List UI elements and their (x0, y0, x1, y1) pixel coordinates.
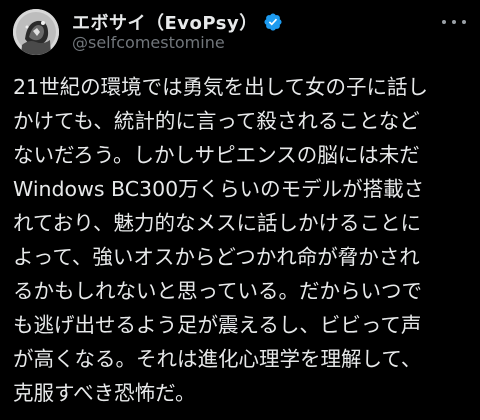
post-body-line: よって、強いオスからどつかれ命が脅かされ (13, 245, 420, 269)
post-body-line: 克服すべき恐怖だ。 (13, 381, 196, 405)
more-dot (442, 20, 446, 24)
post-body-line: かけても、統計的に言って殺されることなど (13, 109, 420, 133)
post-body-line: Windows BC300万くらいのモデルが搭載さ (13, 177, 425, 201)
verified-badge-icon (264, 13, 282, 31)
post-body-line: 21世紀の環境では勇気を出して女の子に話し (13, 75, 428, 99)
post-body-line: ないだろう。しかしサピエンスの脳には未だ (13, 143, 420, 167)
avatar-image (13, 9, 59, 55)
author-display-name[interactable]: エボサイ（EvoPsy） (72, 9, 258, 35)
author-name-row: エボサイ（EvoPsy） (72, 9, 283, 35)
more-dot (462, 20, 466, 24)
post-body-line: るかもしれないと思っている。だからいつで (13, 279, 422, 303)
post-body-line: が高くなる。それは進化心理学を理解して、 (13, 347, 422, 371)
more-options-icon[interactable] (442, 12, 466, 32)
post-body-line: も逃げ出せるよう足が震えるし、ビビって声 (13, 313, 422, 337)
post-body-line: れており、魅力的なメスに話しかけることに (13, 211, 421, 235)
post-body: 21世紀の環境では勇気を出して女の子に話し かけても、統計的に言って殺されること… (13, 70, 475, 410)
author-handle[interactable]: @selfcomestomine (72, 33, 225, 52)
avatar[interactable] (13, 9, 59, 55)
post-card: エボサイ（EvoPsy） @selfcomestomine 21世紀の環境では勇… (0, 0, 480, 420)
more-dot (452, 20, 456, 24)
